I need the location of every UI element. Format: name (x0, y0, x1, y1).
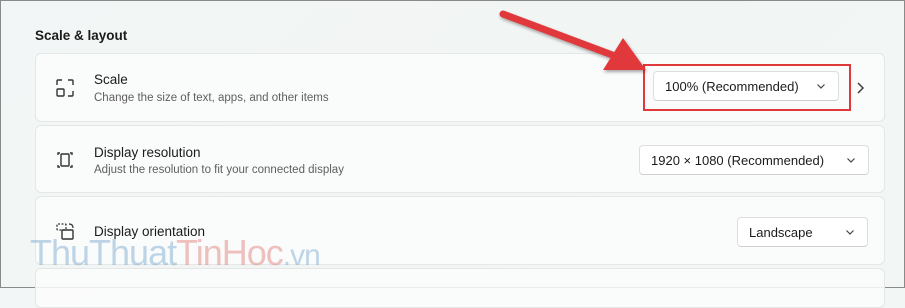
chevron-down-icon (847, 158, 855, 163)
section-title: Scale & layout (35, 28, 128, 43)
display-resolution-icon (57, 152, 73, 168)
watermark-part2: TinHoc (176, 232, 284, 273)
watermark: ThuThuatTinHoc.vn (30, 232, 321, 274)
scale-description: Change the size of text, apps, and other… (94, 92, 329, 104)
watermark-part3: .vn (282, 239, 321, 272)
display-resolution-title: Display resolution (94, 145, 201, 160)
display-resolution-dropdown[interactable]: 1920 × 1080 (Recommended) (639, 145, 869, 175)
scale-title: Scale (94, 72, 128, 87)
chevron-right-icon[interactable] (855, 81, 865, 95)
display-orientation-dropdown-value: Landscape (749, 224, 813, 240)
scale-icon (56, 79, 74, 97)
display-orientation-dropdown[interactable]: Landscape (737, 217, 868, 247)
display-resolution-card[interactable]: Display resolution Adjust the resolution… (35, 125, 885, 193)
display-resolution-dropdown-value: 1920 × 1080 (Recommended) (651, 152, 825, 168)
next-setting-card[interactable] (35, 268, 885, 308)
watermark-part1: ThuThuat (30, 232, 177, 273)
highlight-box (643, 64, 851, 111)
chevron-down-icon (846, 230, 854, 235)
display-resolution-description: Adjust the resolution to fit your connec… (94, 164, 344, 176)
